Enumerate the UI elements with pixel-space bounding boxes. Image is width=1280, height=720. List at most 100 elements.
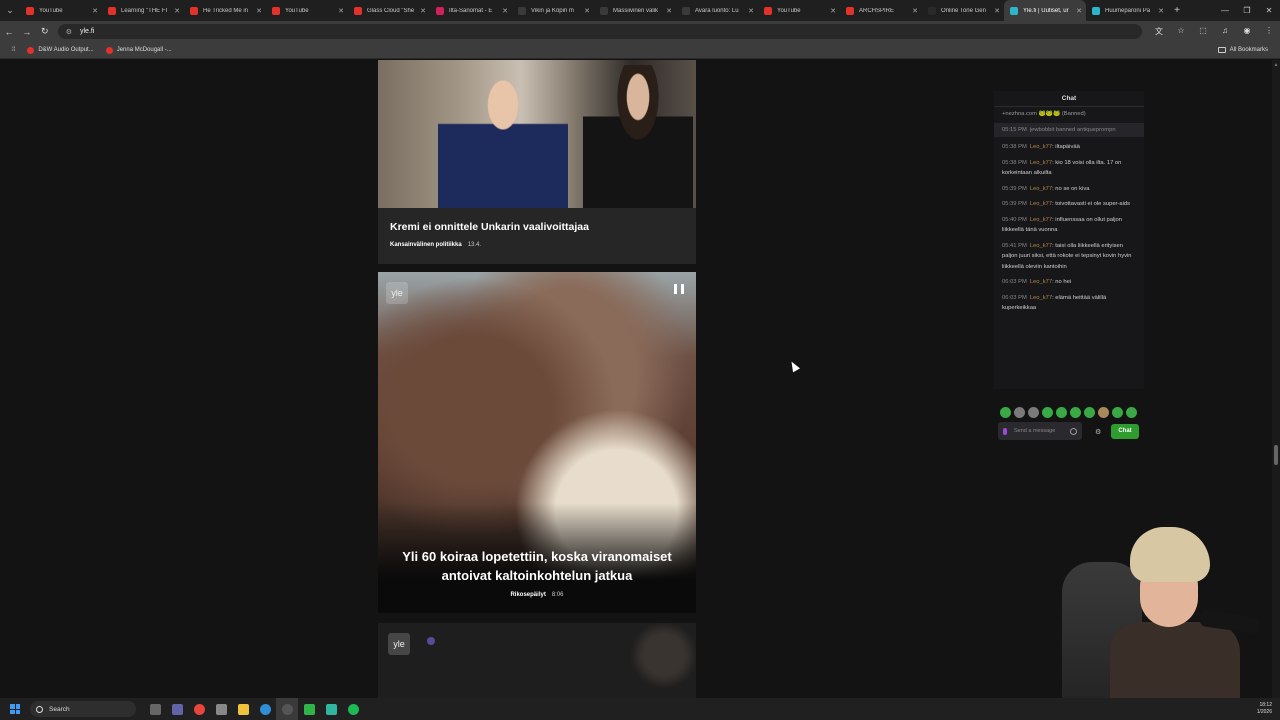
file-explorer-icon[interactable] (232, 698, 254, 720)
tab-close-icon[interactable]: ✕ (256, 7, 262, 15)
calculator-icon[interactable] (210, 698, 232, 720)
menu-icon[interactable]: ⋮ (1258, 26, 1280, 37)
chat-message: 05:38 PM Leo_k77: kio 18 voisi olla ilta.… (994, 158, 1144, 179)
article-category[interactable]: Rikosepäilyt (510, 592, 545, 598)
browser-tab[interactable]: ARCHSPIRE ✕ (840, 0, 922, 21)
minimize-icon[interactable]: — (1214, 6, 1236, 15)
profile-icon[interactable]: ◉ (1236, 26, 1258, 37)
translate-icon[interactable]: 文 (1148, 26, 1170, 37)
edge-icon[interactable] (254, 698, 276, 720)
emote-icon[interactable] (1084, 407, 1095, 418)
browser-tab[interactable]: YouTube ✕ (266, 0, 348, 21)
chrome-icon[interactable] (188, 698, 210, 720)
emote-icon[interactable] (1126, 407, 1137, 418)
tab-search-icon[interactable]: ⌄ (0, 0, 20, 21)
chat-username[interactable]: Leo_k77 (1030, 201, 1052, 207)
new-tab-button[interactable]: + (1168, 5, 1186, 16)
browser-tab[interactable]: Vikin ja Köpin m ✕ (512, 0, 594, 21)
apps-icon[interactable]: ⁞⁞ (12, 47, 15, 53)
browser-tab[interactable]: Learning "THE FI ✕ (102, 0, 184, 21)
bookmark-item[interactable]: D&W Audio Output... (27, 46, 94, 54)
pause-icon[interactable] (674, 284, 684, 294)
article-category[interactable]: Kansainvälinen politiikka (390, 242, 462, 248)
reload-icon[interactable]: ↻ (36, 26, 54, 37)
chat-message-input[interactable]: Send a message (998, 422, 1082, 440)
chat-message: 06:03 PM Leo_k77: no hei (994, 277, 1144, 288)
tab-title: He Tricked Me in (203, 7, 249, 14)
emote-icon[interactable] (1000, 407, 1011, 418)
tab-close-icon[interactable]: ✕ (584, 7, 590, 15)
tab-close-icon[interactable]: ✕ (338, 7, 344, 15)
back-icon[interactable]: ← (0, 27, 18, 37)
bookmark-star-icon[interactable]: ☆ (1170, 26, 1192, 37)
address-bar[interactable]: ⚙ yle.fi (57, 24, 1142, 39)
tab-close-icon[interactable]: ✕ (830, 7, 836, 15)
chat-text: +nezhna.com 🐸🐸🐸 (Banned) (1002, 111, 1086, 117)
chat-settings-gear-icon[interactable]: ⚙ (1095, 428, 1101, 436)
tab-close-icon[interactable]: ✕ (994, 7, 1000, 15)
video-article-card[interactable]: yle Yli 60 koiraa lopetettiin, koska vir… (378, 272, 696, 613)
extensions-icon[interactable]: ⬚ (1192, 26, 1214, 37)
tab-close-icon[interactable]: ✕ (748, 7, 754, 15)
scrollbar-thumb[interactable] (1274, 445, 1278, 465)
site-info-icon[interactable]: ⚙ (66, 28, 72, 36)
bookmark-item[interactable]: Jenna McDougall -... (105, 46, 172, 54)
emoji-icon[interactable] (1070, 427, 1077, 435)
tab-close-icon[interactable]: ✕ (174, 7, 180, 15)
chat-username[interactable]: Leo_k77 (1030, 160, 1052, 166)
chat-username[interactable]: Leo_k77 (1030, 217, 1052, 223)
maximize-icon[interactable]: ❐ (1236, 6, 1258, 15)
tab-close-icon[interactable]: ✕ (1158, 7, 1164, 15)
emote-icon[interactable] (1098, 407, 1109, 418)
tab-close-icon[interactable]: ✕ (502, 7, 508, 15)
tab-title: Yle.fi | Uutiset, ur (1023, 7, 1069, 14)
browser-tab[interactable]: Online Tone Gen ✕ (922, 0, 1004, 21)
emote-icon[interactable] (1028, 407, 1039, 418)
mouse-cursor-icon (788, 359, 800, 373)
article-title[interactable]: Yli 60 koiraa lopetettiin, koska viranom… (378, 547, 696, 585)
chat-username[interactable]: Leo_k77 (1030, 279, 1052, 285)
close-window-icon[interactable]: ✕ (1258, 6, 1280, 15)
media-icon[interactable]: ♫ (1214, 26, 1236, 37)
taskbar-search[interactable]: Search (30, 701, 136, 717)
all-bookmarks-button[interactable]: All Bookmarks (1217, 47, 1268, 53)
tab-close-icon[interactable]: ✕ (912, 7, 918, 15)
article-card[interactable]: yle (378, 623, 696, 698)
chat-username[interactable]: Leo_k77 (1030, 186, 1052, 192)
browser-tab[interactable]: Ilta-Sanomat - E ✕ (430, 0, 512, 21)
chat-username[interactable]: Leo_k77 (1030, 295, 1052, 301)
chat-username[interactable]: Leo_k77 (1030, 144, 1052, 150)
chat-username[interactable]: Leo_k77 (1030, 243, 1052, 249)
browser-tab[interactable]: YouTube ✕ (20, 0, 102, 21)
emote-icon[interactable] (1112, 407, 1123, 418)
media-player-icon[interactable] (298, 698, 320, 720)
tab-close-icon[interactable]: ✕ (1076, 7, 1082, 15)
task-view-icon[interactable] (144, 698, 166, 720)
scroll-up-icon[interactable]: ▲ (1272, 62, 1280, 68)
start-button[interactable] (0, 704, 30, 714)
tab-close-icon[interactable]: ✕ (92, 7, 98, 15)
browser-tab[interactable]: Avara luonto: Lu ✕ (676, 0, 758, 21)
emote-icon[interactable] (1014, 407, 1025, 418)
browser-tab[interactable]: YouTube ✕ (758, 0, 840, 21)
article-title[interactable]: Kremi ei onnittele Unkarin vaalivoittaja… (390, 221, 589, 233)
browser-tab[interactable]: Glass Cloud "She ✕ (348, 0, 430, 21)
chat-send-button[interactable]: Chat (1111, 424, 1139, 439)
browser-tab[interactable]: Massiivinen valik ✕ (594, 0, 676, 21)
browser-tab[interactable]: Yle.fi | Uutiset, ur ✕ (1004, 0, 1086, 21)
system-clock[interactable]: 18:12 1/2026 (1257, 702, 1272, 716)
article-card[interactable]: Kremi ei onnittele Unkarin vaalivoittaja… (378, 60, 696, 264)
spotify-icon[interactable] (342, 698, 364, 720)
browser-tab[interactable]: He Tricked Me in ✕ (184, 0, 266, 21)
emote-icon[interactable] (1042, 407, 1053, 418)
forward-icon[interactable]: → (18, 27, 36, 37)
teams-icon[interactable] (166, 698, 188, 720)
tab-close-icon[interactable]: ✕ (420, 7, 426, 15)
app-icon[interactable] (320, 698, 342, 720)
browser-tab[interactable]: Huumeparoni Pa ✕ (1086, 0, 1168, 21)
obs-icon[interactable] (276, 698, 298, 720)
emote-icon[interactable] (1070, 407, 1081, 418)
tab-close-icon[interactable]: ✕ (666, 7, 672, 15)
emote-icon[interactable] (1056, 407, 1067, 418)
windows-taskbar: Search 18:12 1/2026 (0, 698, 1280, 720)
